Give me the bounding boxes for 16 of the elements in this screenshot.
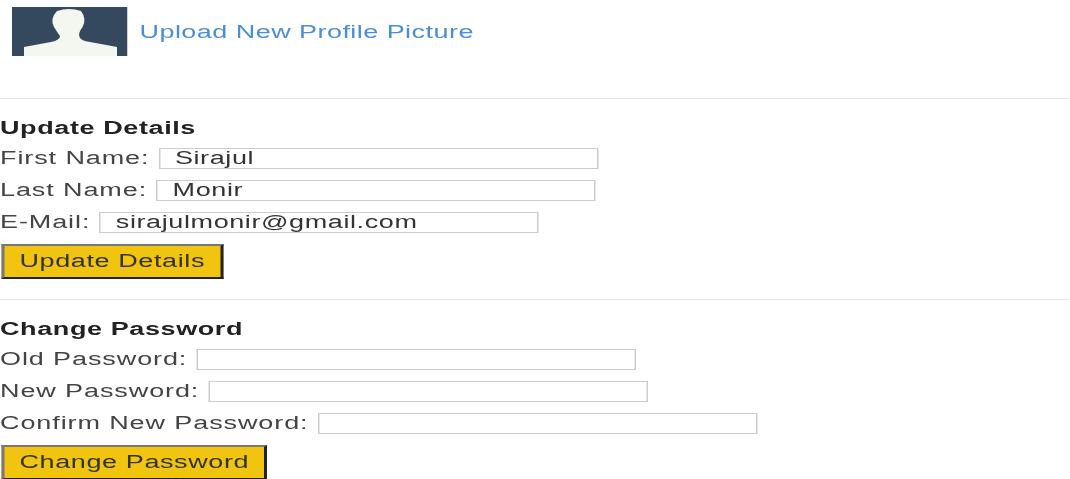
section-heading: Change Password xyxy=(0,319,245,339)
input-field[interactable] xyxy=(196,348,636,370)
input-field[interactable]: Sirajul xyxy=(158,147,598,169)
input-field[interactable] xyxy=(208,380,648,402)
input-field[interactable]: Monir xyxy=(156,179,596,201)
field-label: Confirm New Password: xyxy=(0,412,309,434)
input-field[interactable]: sirajulmonir@gmail.com xyxy=(99,211,539,233)
section-heading: Update Details xyxy=(0,118,197,138)
submit-button[interactable]: Change Password xyxy=(1,445,268,479)
field-label: E-Mail: xyxy=(0,211,91,233)
field-label: Last Name: xyxy=(0,179,148,201)
submit-button[interactable]: Update Details xyxy=(1,244,223,279)
field-label: First Name: xyxy=(0,147,150,169)
field-label: Old Password: xyxy=(0,348,188,370)
field-label: New Password: xyxy=(0,380,200,402)
input-field[interactable] xyxy=(317,412,757,434)
